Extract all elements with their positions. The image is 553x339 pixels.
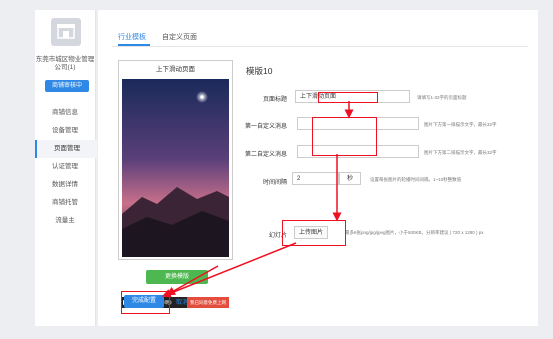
sidebar-item-page-management[interactable]: 页面管理 xyxy=(35,140,97,158)
change-template-button[interactable]: 更换模版 xyxy=(146,270,208,284)
title-highlight-box xyxy=(318,92,378,103)
sidebar-item-auth-management[interactable]: 认证管理 xyxy=(35,158,95,176)
finish-highlight-box xyxy=(121,291,170,314)
free-wifi-button[interactable]: 我已同意免费上网 xyxy=(187,297,229,308)
phone-preview: 上下滑动页面 我已同意免费上网 xyxy=(118,60,233,308)
page-title-hint: 请填写1-32字的页面标题 xyxy=(417,95,467,100)
sidebar-item-data-details[interactable]: 数据详情 xyxy=(35,176,95,194)
shop-logo-icon xyxy=(51,18,81,46)
sidebar-item-traffic-owner[interactable]: 流量主 xyxy=(35,212,95,230)
first-message-label: 第一自定义消息 xyxy=(244,124,287,130)
phone-title: 上下滑动页面 xyxy=(156,66,195,73)
sidebar-item-device-management[interactable]: 设备管理 xyxy=(35,122,95,140)
tab-industry-template[interactable]: 行业模板 xyxy=(118,32,146,42)
shop-name: 东莞市城区物业管理公司(1) xyxy=(35,56,95,71)
second-message-label: 第二自定义消息 xyxy=(244,152,287,158)
tab-divider xyxy=(112,46,528,47)
interval-input[interactable]: 2 xyxy=(292,172,339,185)
upload-highlight-box xyxy=(282,220,346,246)
slides-hint: 最多6张png/jpg/jpeg图片，小于500KB，分辨率建议 ( 720 x… xyxy=(345,230,484,235)
sidebar-item-shop-info[interactable]: 商铺信息 xyxy=(35,104,95,122)
interval-hint: 设置每张图片的轮播时间间隔，1~10秒整数值 xyxy=(370,177,462,182)
slides-label: 幻灯片 xyxy=(268,233,287,239)
review-status-button[interactable]: 商铺审核中 xyxy=(45,80,89,92)
tab-custom-page[interactable]: 自定义页面 xyxy=(162,32,197,42)
cancel-link[interactable]: 取消 xyxy=(176,297,188,306)
phone-background-image xyxy=(122,79,229,257)
page-title-label: 页面标题 xyxy=(262,97,287,103)
second-message-hint: 图片下方第二排描示文字，最长32字 xyxy=(424,150,497,155)
template-title: 模版10 xyxy=(246,66,273,76)
interval-label: 时间间隔 xyxy=(262,180,287,186)
app-frame: 东莞市城区物业管理公司(1) 商铺审核中 商铺信息 设备管理 页面管理 认证管理… xyxy=(0,0,553,339)
sidebar-item-shop-hosting[interactable]: 商铺托管 xyxy=(35,194,95,212)
first-message-hint: 图片下方第一排描示文字，最长32字 xyxy=(424,122,497,127)
messages-highlight-box xyxy=(312,117,377,156)
interval-unit: 秒 xyxy=(339,172,361,185)
